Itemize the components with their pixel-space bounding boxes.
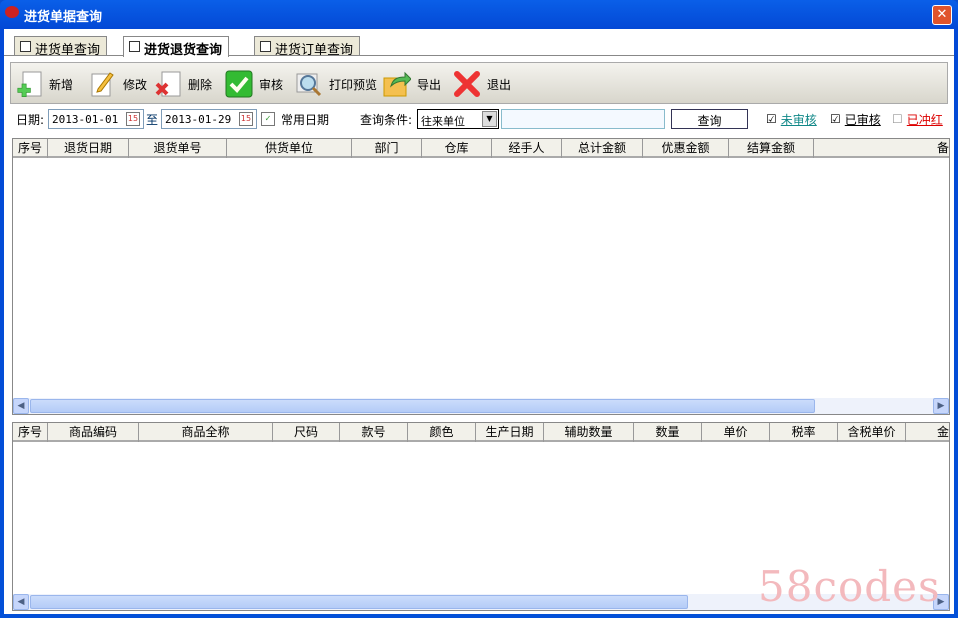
column-header[interactable]: 序号 bbox=[13, 139, 48, 158]
checkbox-checked-icon: ☑ bbox=[766, 112, 777, 126]
edit-label: 修改 bbox=[123, 77, 148, 92]
condition-value: 往来单位 bbox=[421, 115, 465, 128]
scroll-right-icon[interactable]: ▶ bbox=[933, 398, 949, 414]
column-header[interactable]: 辅助数量 bbox=[544, 423, 634, 442]
scroll-left-icon[interactable]: ◀ bbox=[13, 594, 29, 610]
pencil-icon bbox=[89, 70, 117, 98]
column-header[interactable]: 总计金额 bbox=[562, 139, 643, 158]
delete-icon bbox=[154, 70, 182, 98]
add-icon bbox=[15, 70, 43, 98]
export-folder-icon bbox=[383, 70, 412, 98]
delete-button[interactable]: 删除 bbox=[154, 68, 212, 100]
tab-label: 进货退货查询 bbox=[144, 43, 223, 58]
column-header[interactable]: 仓库 bbox=[422, 139, 492, 158]
app-icon bbox=[5, 6, 19, 18]
audited-label: 已审核 bbox=[844, 112, 881, 127]
column-header[interactable]: 备 bbox=[814, 139, 949, 158]
print-preview-label: 打印预览 bbox=[329, 77, 378, 92]
edit-button[interactable]: 修改 bbox=[89, 68, 147, 100]
delete-label: 删除 bbox=[188, 77, 213, 92]
document-icon bbox=[260, 41, 271, 52]
items-grid-header: 序号 商品编码 商品全称 尺码 款号 颜色 生产日期 辅助数量 数量 单价 税率… bbox=[13, 423, 949, 442]
close-button[interactable]: ✕ bbox=[932, 5, 952, 25]
export-label: 导出 bbox=[417, 77, 442, 92]
window-title: 进货单据查询 bbox=[24, 10, 103, 25]
calendar-icon[interactable]: 15 bbox=[239, 112, 253, 126]
to-label: 至 bbox=[146, 112, 159, 127]
condition-label: 查询条件: bbox=[360, 112, 413, 127]
column-header[interactable]: 金 bbox=[906, 423, 949, 442]
column-header[interactable]: 经手人 bbox=[492, 139, 562, 158]
exit-x-icon bbox=[453, 70, 481, 98]
checkmark-icon bbox=[225, 70, 253, 98]
audited-checkbox[interactable]: ☑ 已审核 bbox=[830, 108, 881, 130]
column-header[interactable]: 部门 bbox=[352, 139, 422, 158]
column-header[interactable]: 退货日期 bbox=[48, 139, 129, 158]
scroll-thumb[interactable] bbox=[30, 399, 815, 413]
add-label: 新增 bbox=[49, 77, 74, 92]
checkbox-checked-icon: ☑ bbox=[830, 112, 841, 126]
main-window: 进货单据查询 ✕ 进货单查询 进货退货查询 进货订单查询 新增 修改 删除 审核… bbox=[0, 0, 958, 618]
column-header[interactable]: 单价 bbox=[702, 423, 770, 442]
exit-button[interactable]: 退出 bbox=[453, 68, 511, 100]
query-button[interactable]: 查询 bbox=[671, 109, 748, 129]
returns-grid-header: 序号 退货日期 退货单号 供货单位 部门 仓库 经手人 总计金额 优惠金额 结算… bbox=[13, 139, 949, 158]
column-header[interactable]: 颜色 bbox=[408, 423, 476, 442]
magnifier-icon bbox=[295, 70, 323, 98]
unaudited-label: 未审核 bbox=[780, 112, 817, 127]
exit-label: 退出 bbox=[487, 77, 512, 92]
common-dates-icon[interactable]: ✓ bbox=[261, 112, 275, 126]
client-area: 进货单查询 进货退货查询 进货订单查询 新增 修改 删除 审核 打印预览 导出 … bbox=[4, 29, 954, 614]
chevron-down-icon[interactable]: ▼ bbox=[482, 111, 497, 127]
column-header[interactable]: 款号 bbox=[340, 423, 408, 442]
column-header[interactable]: 结算金额 bbox=[729, 139, 814, 158]
export-button[interactable]: 导出 bbox=[383, 68, 441, 100]
print-preview-button[interactable]: 打印预览 bbox=[295, 68, 377, 100]
reversed-label: 已冲红 bbox=[906, 112, 943, 127]
column-header[interactable]: 优惠金额 bbox=[643, 139, 729, 158]
audit-label: 审核 bbox=[259, 77, 284, 92]
reversed-checkbox[interactable]: ☐ 已冲红 bbox=[892, 108, 943, 130]
condition-select[interactable]: 往来单位 ▼ bbox=[417, 109, 499, 129]
column-header[interactable]: 序号 bbox=[13, 423, 48, 442]
calendar-icon[interactable]: 15 bbox=[126, 112, 140, 126]
search-input[interactable] bbox=[501, 109, 665, 129]
common-dates-link[interactable]: 常用日期 bbox=[281, 108, 329, 130]
column-header[interactable]: 数量 bbox=[634, 423, 702, 442]
tab-order-query[interactable]: 进货订单查询 bbox=[254, 36, 361, 58]
column-header[interactable]: 商品全称 bbox=[139, 423, 273, 442]
audit-button[interactable]: 审核 bbox=[225, 68, 283, 100]
document-icon bbox=[20, 41, 31, 52]
date-label: 日期: bbox=[16, 112, 45, 127]
returns-grid[interactable]: 序号 退货日期 退货单号 供货单位 部门 仓库 经手人 总计金额 优惠金额 结算… bbox=[12, 138, 950, 415]
unaudited-checkbox[interactable]: ☑ 未审核 bbox=[766, 108, 817, 130]
column-header[interactable]: 税率 bbox=[770, 423, 838, 442]
scroll-thumb[interactable] bbox=[30, 595, 688, 609]
watermark: 58codes bbox=[758, 562, 941, 611]
toolbar: 新增 修改 删除 审核 打印预览 导出 退出 bbox=[10, 62, 948, 104]
tab-purchase-query[interactable]: 进货单查询 bbox=[14, 36, 108, 58]
column-header[interactable]: 商品编码 bbox=[48, 423, 139, 442]
tab-return-query[interactable]: 进货退货查询 bbox=[123, 36, 230, 58]
document-icon bbox=[129, 41, 140, 52]
add-button[interactable]: 新增 bbox=[15, 68, 73, 100]
column-header[interactable]: 供货单位 bbox=[227, 139, 352, 158]
scroll-left-icon[interactable]: ◀ bbox=[13, 398, 29, 414]
horizontal-scrollbar[interactable]: ◀ ▶ bbox=[13, 398, 949, 414]
column-header[interactable]: 生产日期 bbox=[476, 423, 544, 442]
column-header[interactable]: 尺码 bbox=[273, 423, 340, 442]
checkbox-unchecked-icon: ☐ bbox=[892, 112, 903, 126]
column-header[interactable]: 含税单价 bbox=[838, 423, 906, 442]
column-header[interactable]: 退货单号 bbox=[129, 139, 227, 158]
